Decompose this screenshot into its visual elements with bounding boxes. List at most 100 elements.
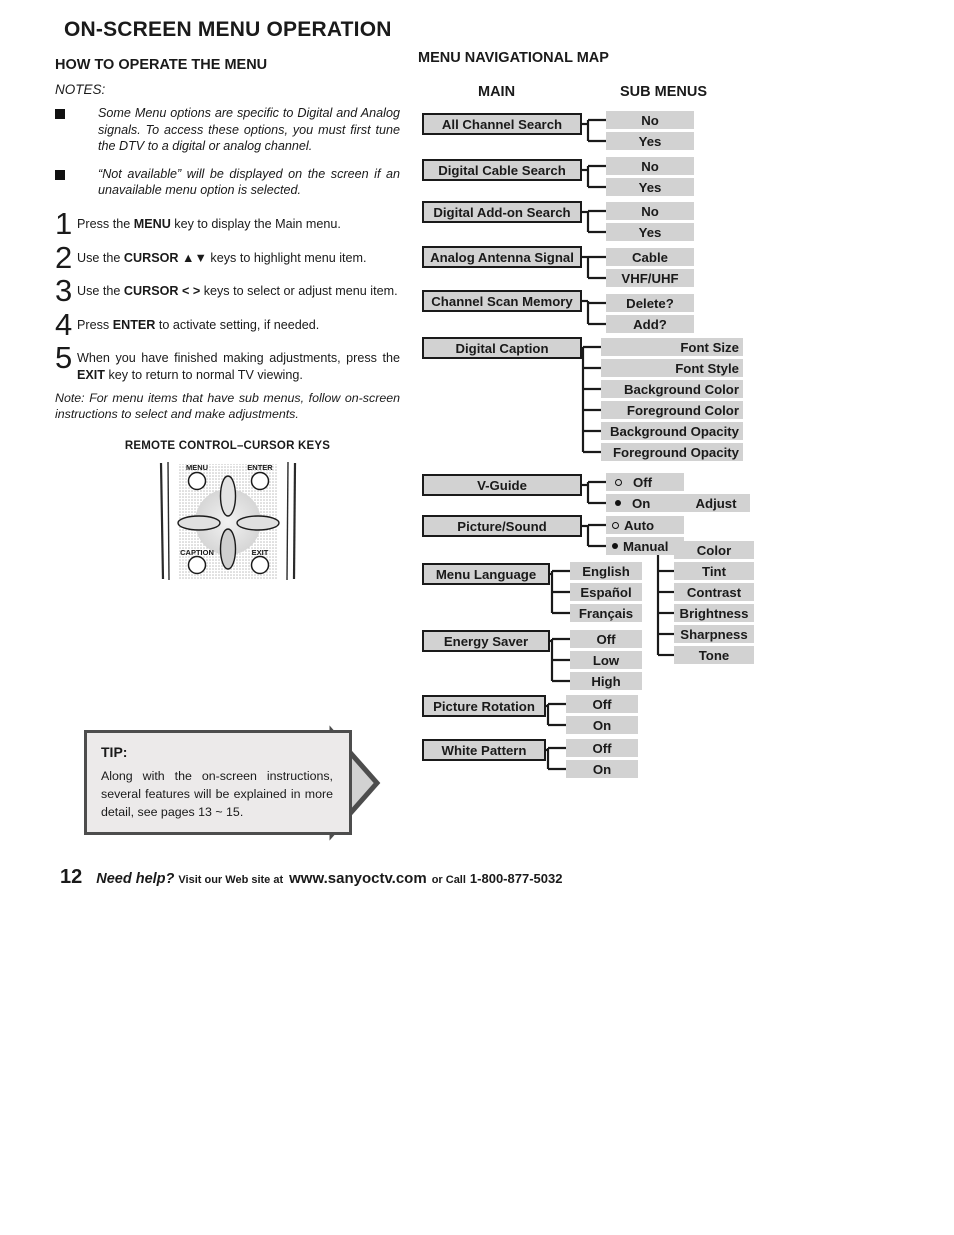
step-number: 2 — [55, 239, 73, 275]
map-sub-item[interactable]: On — [606, 494, 684, 512]
step-text: Use the CURSOR < > keys to select or adj… — [77, 284, 398, 299]
step-text: When you have finished making adjustment… — [77, 351, 400, 382]
map-sub-label: Off — [633, 474, 653, 490]
map-sub-item[interactable]: Français — [570, 604, 642, 622]
map-sub-item[interactable]: Font Size — [601, 338, 743, 356]
map-main-item[interactable]: White Pattern — [422, 739, 546, 761]
map-sub-item[interactable]: Background Color — [601, 380, 743, 398]
page-number: 12 — [60, 866, 83, 888]
map-third-item[interactable]: Adjust — [682, 494, 750, 512]
map-sub-item[interactable]: Foreground Color — [601, 401, 743, 419]
map-sub-item[interactable]: Cable — [606, 248, 694, 266]
map-sub-item[interactable]: Español — [570, 583, 642, 601]
map-third-item[interactable]: Tone — [674, 646, 754, 664]
instruction-step: 5 When you have finished making adjustmen… — [55, 342, 400, 383]
notes-label: NOTES: — [55, 82, 106, 97]
note-body: For menu items that have sub menus, foll… — [55, 390, 400, 422]
remote-svg: MENU ENTER CAPTION EXIT — [159, 461, 296, 580]
map-main-item[interactable]: Picture Rotation — [422, 695, 546, 717]
map-sub-item[interactable]: Yes — [606, 178, 694, 196]
remote-key-label-menu: MENU — [185, 463, 207, 472]
map-sub-item[interactable]: Foreground Opacity — [601, 443, 743, 461]
radio-selected-icon — [615, 500, 621, 506]
remote-caption: REMOTE CONTROL–CURSOR KEYS — [124, 439, 331, 452]
remote-illustration-wrap: MENU ENTER CAPTION EXIT — [55, 460, 400, 583]
page-title: ON-SCREEN MENU OPERATION — [64, 18, 392, 41]
map-main-item[interactable]: Channel Scan Memory — [422, 290, 582, 312]
map-sub-item[interactable]: Auto — [606, 516, 684, 534]
map-third-item[interactable]: Brightness — [674, 604, 754, 622]
page-footer: 12 Need help? Visit our Web site at www.… — [60, 866, 562, 889]
map-sub-item[interactable]: Off — [566, 739, 638, 757]
radio-unselected-icon — [612, 521, 619, 529]
note-item: “Not available” will be displayed on the… — [55, 166, 400, 199]
map-main-item[interactable]: Digital Add-on Search — [422, 201, 582, 223]
map-tree: All Channel Search No Yes Digital Cable Sea… — [418, 50, 938, 800]
map-sub-item[interactable]: On — [566, 760, 638, 778]
note-text: Some Menu options are specific to Digita… — [98, 106, 400, 154]
website-url[interactable]: www.sanyoctv.com — [289, 870, 427, 887]
instruction-step: 2 Use the CURSOR ▲▼ keys to highlight men… — [55, 239, 400, 275]
radio-unselected-icon — [615, 478, 622, 486]
map-main-item[interactable]: Picture/Sound — [422, 515, 582, 537]
map-sub-item[interactable]: English — [570, 562, 642, 580]
step-number: 3 — [55, 273, 73, 309]
map-main-item[interactable]: All Channel Search — [422, 113, 582, 135]
instruction-step: 4 Press ENTER to activate setting, if nee… — [55, 306, 400, 342]
note-lead: Note: — [55, 390, 85, 405]
remote-control-illustration: MENU ENTER CAPTION EXIT — [155, 460, 301, 583]
step-number: 1 — [55, 206, 73, 242]
or-call-label: or Call — [431, 874, 466, 886]
instruction-step: 3 Use the CURSOR < > keys to select or ad… — [55, 273, 400, 309]
map-main-item[interactable]: Digital Caption — [422, 337, 582, 359]
map-sub-item[interactable]: Off — [606, 473, 684, 491]
tip-callout: TIP: Along with the on-screen instructio… — [84, 725, 419, 841]
map-sub-item[interactable]: VHF/UHF — [606, 269, 694, 287]
map-sub-item[interactable]: Yes — [606, 223, 694, 241]
bullet-square-icon — [55, 169, 65, 180]
map-sub-item[interactable]: No — [606, 157, 694, 175]
tip-box: TIP: Along with the on-screen instructio… — [84, 730, 352, 835]
map-sub-item[interactable]: Font Style — [601, 359, 743, 377]
map-third-item[interactable]: Tint — [674, 562, 754, 580]
map-sub-item[interactable]: Yes — [606, 132, 694, 150]
sub-menu-note: Note: For menu items that have sub menus… — [55, 390, 400, 423]
section-heading: HOW TO OPERATE THE MENU — [55, 57, 268, 73]
tip-body: Along with the on-screen instructions, s… — [101, 769, 333, 819]
visit-label: Visit our Web site at — [178, 874, 284, 886]
bullet-square-icon — [55, 109, 65, 119]
map-sub-item[interactable]: High — [570, 672, 642, 690]
map-sub-item[interactable]: Delete? — [606, 294, 694, 312]
note-text: “Not available” will be displayed on the… — [98, 166, 400, 198]
map-sub-item[interactable]: Off — [570, 630, 642, 648]
map-sub-item[interactable]: Background Opacity — [601, 422, 743, 440]
how-to-operate-section: HOW TO OPERATE THE MENU NOTES: Some Menu… — [55, 57, 400, 583]
map-main-item[interactable]: Analog Antenna Signal — [422, 246, 582, 268]
map-sub-item[interactable]: On — [566, 716, 638, 734]
map-sub-item[interactable]: Manual — [606, 537, 684, 555]
map-sub-item[interactable]: No — [606, 111, 694, 129]
map-third-item[interactable]: Color — [674, 541, 754, 559]
note-item: Some Menu options are specific to Digita… — [55, 105, 400, 155]
map-main-item[interactable]: Menu Language — [422, 563, 550, 585]
step-text: Press ENTER to activate setting, if need… — [77, 317, 320, 332]
map-main-item[interactable]: V-Guide — [422, 474, 582, 496]
map-sub-label: Auto — [624, 517, 655, 533]
map-sub-item[interactable]: Off — [566, 695, 638, 713]
instruction-step: 1 Press the MENU key to display the Main … — [55, 206, 400, 242]
map-sub-item[interactable]: Add? — [606, 315, 694, 333]
need-help-label: Need help? — [96, 871, 175, 887]
step-text: Press the MENU key to display the Main m… — [77, 217, 341, 232]
phone-number: 1-800-877-5032 — [469, 871, 563, 886]
remote-key-label-caption: CAPTION — [180, 548, 214, 557]
manual-page: ON-SCREEN MENU OPERATION HOW TO OPERATE … — [0, 0, 954, 1235]
radio-selected-icon — [612, 543, 618, 549]
map-main-item[interactable]: Energy Saver — [422, 630, 550, 652]
map-sub-item[interactable]: No — [606, 202, 694, 220]
steps-list: 1 Press the MENU key to display the Main … — [55, 206, 400, 384]
step-number: 4 — [55, 306, 73, 342]
map-third-item[interactable]: Contrast — [674, 583, 754, 601]
map-sub-item[interactable]: Low — [570, 651, 642, 669]
map-main-item[interactable]: Digital Cable Search — [422, 159, 582, 181]
map-third-item[interactable]: Sharpness — [674, 625, 754, 643]
